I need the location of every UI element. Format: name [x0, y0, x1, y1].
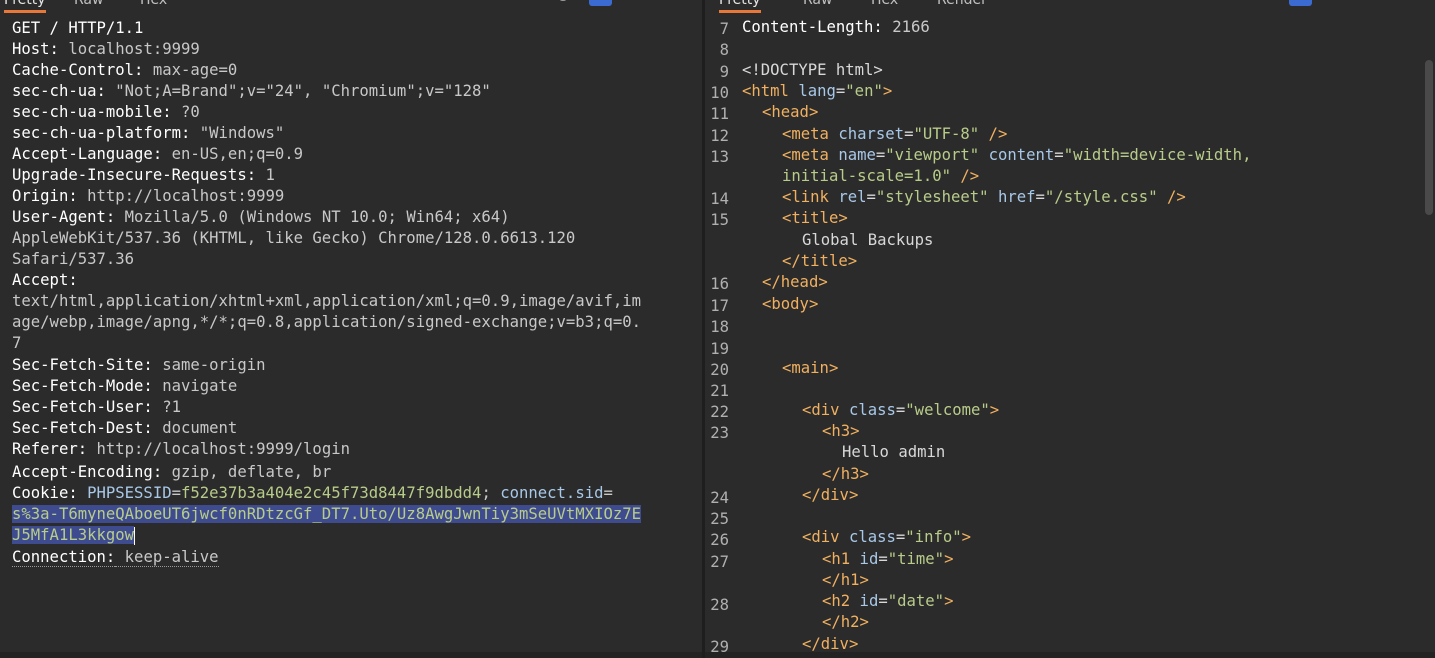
code-line: <!DOCTYPE html> — [742, 61, 883, 79]
line-number: 19 — [710, 340, 729, 358]
line-number: 18 — [710, 318, 729, 336]
code-line: </head> — [762, 273, 828, 291]
request-editor[interactable]: GET / HTTP/1.1 Host: localhost:9999 Cach… — [12, 18, 700, 658]
line-number: 26 — [710, 531, 729, 549]
line-number: 23 — [710, 424, 729, 442]
header-sec-ch-ua-mobile: sec-ch-ua-mobile: ?0 — [12, 103, 200, 121]
line-number: 9 — [719, 63, 729, 81]
request-tab-hex[interactable]: Hex — [140, 0, 167, 10]
header-accept-value: 7 — [12, 334, 22, 352]
line-number: 11 — [710, 105, 729, 123]
response-tabbar: Pretty Raw Hex Render — [705, 0, 1435, 14]
line-number: 17 — [710, 297, 729, 315]
header-accept-encoding: Accept-Encoding: gzip, deflate, br — [12, 463, 332, 481]
wrap-icon[interactable] — [589, 0, 612, 6]
code-line: <h2 id="date"> — [822, 592, 954, 610]
code-line: </h2> — [822, 613, 869, 631]
response-bottom-bar — [705, 652, 1435, 658]
wrap-icon[interactable] — [1289, 0, 1312, 6]
response-tab-pretty[interactable]: Pretty — [719, 0, 761, 13]
code-line: <meta charset="UTF-8" /> — [782, 125, 1008, 143]
header-sec-fetch-mode: Sec-Fetch-Mode: navigate — [12, 377, 238, 395]
header-accept-value: age/webp,image/apng,*/*;q=0.8,applicatio… — [12, 313, 642, 331]
request-tab-raw[interactable]: Raw — [74, 0, 103, 10]
header-cookie: Cookie: PHPSESSID=f52e37b3a404e2c45f73d8… — [12, 484, 613, 502]
menu-icon[interactable] — [667, 0, 685, 6]
cookie-value-selected[interactable]: s%3a-T6myneQAboeUT6jwcf0nRDtzcGf_DT7.Uto… — [12, 504, 642, 525]
line-number: 21 — [710, 382, 729, 400]
code-line: <main> — [782, 359, 839, 377]
code-line: <div class="welcome"> — [802, 401, 1000, 419]
header-accept-language: Accept-Language: en-US,en;q=0.9 — [12, 145, 304, 163]
header-accept-value: text/html,application/xhtml+xml,applicat… — [12, 292, 642, 310]
line-number: 20 — [710, 361, 729, 379]
response-tab-hex[interactable]: Hex — [871, 0, 898, 10]
code-line: initial-scale=1.0" /> — [782, 167, 980, 185]
request-pane[interactable]: Pretty Raw Hex GET / HTTP/1.1 Host: loca… — [0, 0, 702, 658]
line-number: 28 — [710, 596, 729, 614]
header-sec-fetch-dest: Sec-Fetch-Dest: document — [12, 419, 238, 437]
search-icon[interactable] — [555, 0, 573, 6]
line-number: 8 — [719, 41, 729, 59]
code-line: <meta name="viewport" content="width=dev… — [782, 146, 1252, 164]
code-line: </div> — [802, 486, 859, 504]
code-line: </div> — [802, 635, 859, 653]
code-line: Global Backups — [802, 231, 934, 249]
newline-icon[interactable] — [1329, 0, 1347, 6]
code-line: <h3> — [822, 422, 860, 440]
header-sec-ch-ua: sec-ch-ua: "Not;A=Brand";v="24", "Chromi… — [12, 82, 491, 100]
code-line: <head> — [762, 103, 819, 121]
code-line: Hello admin — [842, 443, 946, 461]
header-origin: Origin: http://localhost:9999 — [12, 187, 285, 205]
response-scrollbar[interactable] — [1423, 60, 1435, 215]
line-number: 7 — [719, 20, 729, 38]
header-user-agent: User-Agent: Mozilla/5.0 (Windows NT 10.0… — [12, 208, 510, 226]
response-pane[interactable]: Pretty Raw Hex Render 7 8 9 10 11 12 13 … — [705, 0, 1435, 658]
request-line: GET / HTTP/1.1 — [12, 19, 144, 37]
line-number: 24 — [710, 489, 729, 507]
code-line: <html lang="en"> — [742, 82, 893, 100]
line-number: 27 — [710, 553, 729, 571]
response-tab-raw[interactable]: Raw — [803, 0, 832, 10]
request-tab-pretty[interactable]: Pretty — [4, 0, 46, 13]
code-line: </h1> — [822, 571, 869, 589]
response-editor[interactable]: 7 8 9 10 11 12 13 14 15 16 17 18 19 20 2… — [705, 18, 1417, 658]
line-number: 12 — [710, 127, 729, 145]
line-number: 22 — [710, 403, 729, 421]
line-number: 25 — [710, 510, 729, 528]
header-referer: Referer: http://localhost:9999/login — [12, 440, 350, 458]
header-host: Host: localhost:9999 — [12, 40, 200, 58]
line-number: 15 — [710, 211, 729, 229]
header-sec-ch-ua-platform: sec-ch-ua-platform: "Windows" — [12, 124, 285, 142]
response-tab-render[interactable]: Render — [937, 0, 987, 10]
header-upgrade-insecure: Upgrade-Insecure-Requests: 1 — [12, 166, 275, 184]
code-line: </h3> — [822, 465, 869, 483]
line-number: 16 — [710, 275, 729, 293]
line-number: 13 — [710, 148, 729, 166]
code-line: <body> — [762, 295, 819, 313]
newline-icon[interactable] — [630, 0, 648, 6]
request-bottom-bar — [0, 652, 702, 658]
header-user-agent-cont: Safari/537.36 — [12, 250, 135, 268]
header-cache-control: Cache-Control: max-age=0 — [12, 61, 238, 79]
code-line: </title> — [782, 252, 858, 270]
request-tabbar: Pretty Raw Hex — [0, 0, 702, 14]
header-sec-fetch-site: Sec-Fetch-Site: same-origin — [12, 356, 266, 374]
line-number: 14 — [710, 190, 729, 208]
header-connection: Connection: keep-alive — [12, 548, 219, 567]
header-accept: Accept: — [12, 271, 78, 289]
menu-icon[interactable] — [1365, 0, 1383, 6]
code-line: Content-Length: 2166 — [742, 18, 930, 36]
code-line: <h1 id="time"> — [822, 550, 954, 568]
line-number: 10 — [710, 84, 729, 102]
code-line: <link rel="stylesheet" href="/style.css"… — [782, 188, 1186, 206]
code-line: <div class="info"> — [802, 528, 972, 546]
header-user-agent-cont: AppleWebKit/537.36 (KHTML, like Gecko) C… — [12, 229, 576, 247]
header-sec-fetch-user: Sec-Fetch-User: ?1 — [12, 398, 181, 416]
code-line: <title> — [782, 209, 848, 227]
cookie-value-selected[interactable]: J5MfA1L3kkgow — [12, 525, 136, 546]
scrollbar-thumb[interactable] — [1425, 60, 1433, 215]
text-caret — [134, 526, 136, 545]
